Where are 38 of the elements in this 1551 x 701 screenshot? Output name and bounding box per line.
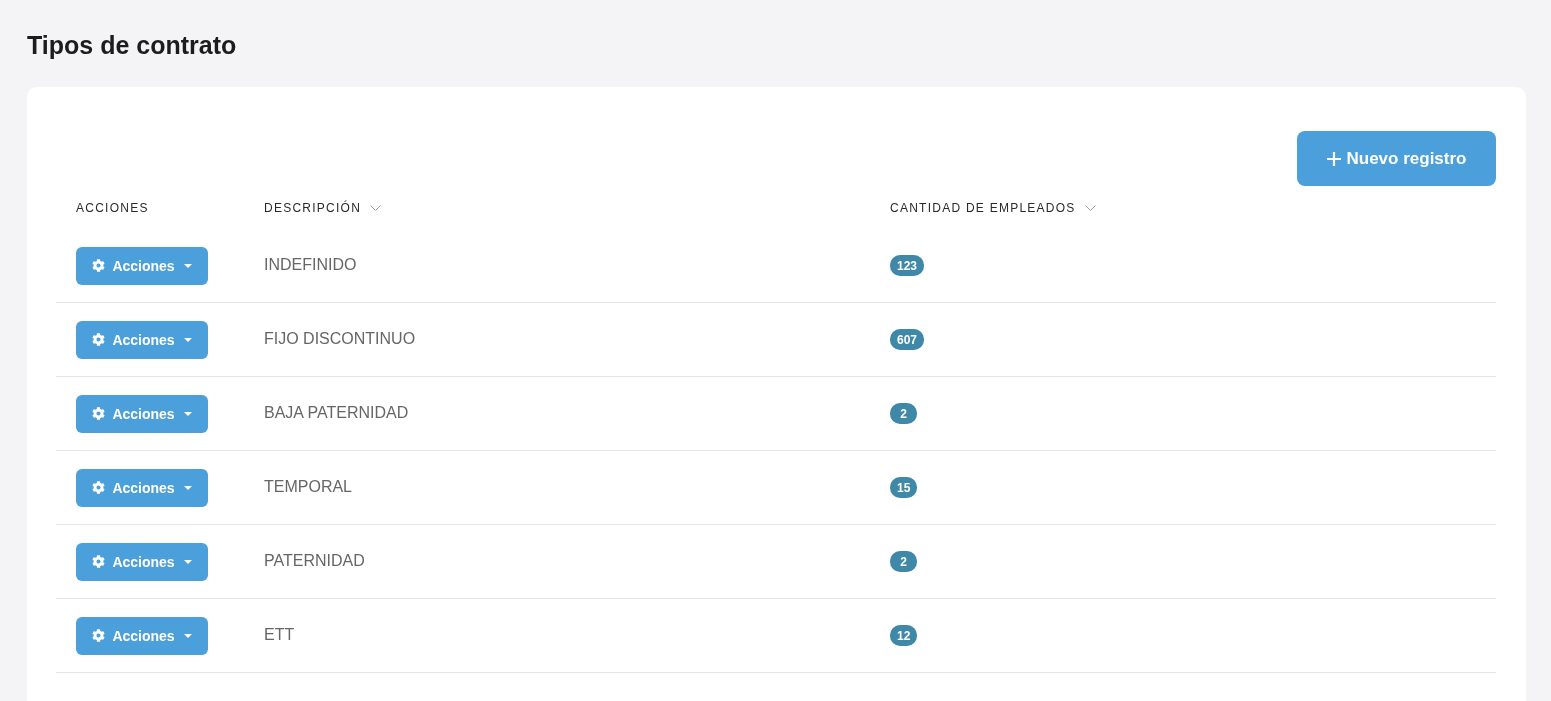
description-text: FIJO DISCONTINUO xyxy=(264,329,416,348)
gear-icon xyxy=(92,555,106,568)
column-header[interactable]: CANTIDAD DE EMPLEADOS xyxy=(890,200,1076,215)
employee-count-badge: 2 xyxy=(890,403,917,424)
description-text: TEMPORAL xyxy=(264,477,352,496)
description-text: INDEFINIDO xyxy=(264,255,357,274)
caret-icon xyxy=(183,337,192,342)
caret-icon xyxy=(183,633,192,638)
caret-icon xyxy=(183,411,192,416)
gear-icon xyxy=(92,481,106,494)
actions-dropdown-button[interactable]: Acciones xyxy=(76,542,208,581)
column-header[interactable]: DESCRIPCIÓN xyxy=(264,200,362,215)
plus-icon xyxy=(1326,151,1341,166)
employee-count-badge: 2 xyxy=(890,551,917,572)
gear-icon xyxy=(92,407,106,420)
actions-dropdown-button[interactable]: Acciones xyxy=(76,246,208,285)
sort-chevron-icon[interactable] xyxy=(370,204,382,211)
new-record-button[interactable]: Nuevo registro xyxy=(1297,131,1496,186)
employee-count-badge: 12 xyxy=(890,625,918,646)
gear-icon xyxy=(92,333,106,346)
description-text: BAJA PATERNIDAD xyxy=(264,403,409,422)
gear-icon xyxy=(92,629,106,642)
page-title: Tipos de contrato xyxy=(27,30,237,61)
employee-count-badge: 15 xyxy=(890,477,918,498)
actions-dropdown-button[interactable]: Acciones xyxy=(76,394,208,433)
gear-icon xyxy=(92,259,106,272)
employee-count-badge: 607 xyxy=(890,329,925,350)
caret-icon xyxy=(183,485,192,490)
actions-dropdown-button[interactable]: Acciones xyxy=(76,468,208,507)
description-text: PATERNIDAD xyxy=(264,551,365,570)
sort-chevron-icon[interactable] xyxy=(1084,204,1096,211)
caret-icon xyxy=(183,263,192,268)
description-text: ETT xyxy=(264,625,295,644)
employee-count-badge: 123 xyxy=(890,255,925,276)
actions-dropdown-button[interactable]: Acciones xyxy=(76,616,208,655)
caret-icon xyxy=(183,559,192,564)
column-header: ACCIONES xyxy=(76,200,149,215)
actions-dropdown-button[interactable]: Acciones xyxy=(76,320,208,359)
